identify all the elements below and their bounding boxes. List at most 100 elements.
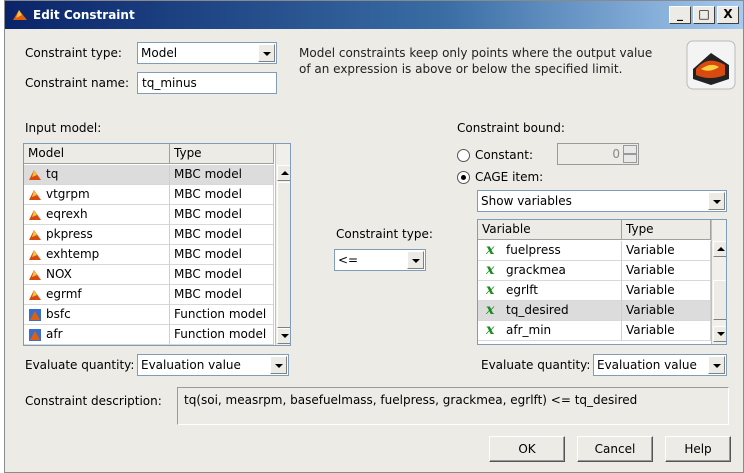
variable-name-cell: x afr_min	[478, 321, 622, 341]
scroll-down-button[interactable]	[713, 326, 726, 342]
constant-label: Constant:	[475, 148, 533, 162]
mbc-model-icon	[29, 290, 41, 300]
input-evaluate-quantity-value: Evaluation value	[141, 358, 241, 372]
surface-plot-icon	[686, 40, 736, 90]
constraint-description-text: tq(soi, measrpm, basefuelmass, fuelpress…	[184, 393, 638, 407]
variable-name-cell: x grackmea	[478, 261, 622, 281]
model-name: afr	[46, 327, 63, 341]
model-type-cell: MBC model	[170, 265, 274, 285]
chevron-down-icon[interactable]	[407, 251, 424, 269]
constraint-type-label: Constraint type:	[25, 46, 122, 60]
table-row[interactable]: bsfc Function model	[24, 305, 274, 325]
model-name-cell: pkpress	[24, 225, 170, 245]
constraint-name-field[interactable]: tq_minus	[137, 72, 277, 94]
constant-value: 0	[612, 147, 620, 161]
table-row[interactable]: x afr_min Variable	[478, 321, 711, 341]
model-type-cell: MBC model	[170, 185, 274, 205]
chevron-down-icon[interactable]	[270, 356, 287, 374]
chevron-down-icon[interactable]	[708, 356, 725, 374]
table-row[interactable]: x tq_desired Variable	[478, 301, 711, 321]
constraint-type-value: Model	[141, 46, 178, 60]
model-name-cell: exhtemp	[24, 245, 170, 265]
model-name-cell: vtgrpm	[24, 185, 170, 205]
table-row[interactable]: vtgrpm MBC model	[24, 185, 274, 205]
show-variables-dropdown[interactable]: Show variables	[477, 190, 727, 212]
model-name: exhtemp	[46, 247, 100, 261]
column-header-variable[interactable]: Variable	[478, 220, 622, 240]
table-row[interactable]: x grackmea Variable	[478, 261, 711, 281]
variable-name: afr_min	[506, 323, 552, 337]
model-type-cell: Function model	[170, 305, 274, 325]
close-button[interactable]: X	[717, 6, 739, 24]
edit-constraint-dialog: Edit Constraint _ □ X Constraint type: M…	[4, 0, 744, 473]
table-row[interactable]: afr Function model	[24, 325, 274, 345]
variable-type-cell: Variable	[622, 281, 711, 301]
cancel-button[interactable]: Cancel	[577, 436, 653, 462]
input-evaluate-quantity-label: Evaluate quantity:	[25, 358, 135, 372]
cage-variable-table[interactable]: Variable Type x fuelpress Variable x grackme…	[477, 219, 727, 345]
table-row[interactable]: x fuelpress Variable	[478, 241, 711, 261]
variable-name-cell: x egrlft	[478, 281, 622, 301]
chevron-down-icon[interactable]	[258, 44, 275, 62]
model-name-cell: bsfc	[24, 305, 170, 325]
model-type-cell: MBC model	[170, 225, 274, 245]
chevron-down-icon[interactable]	[708, 192, 725, 210]
variable-x-icon: x	[486, 262, 495, 278]
bound-evaluate-quantity-dropdown[interactable]: Evaluation value	[593, 354, 727, 376]
variable-x-icon: x	[486, 242, 495, 258]
table-row[interactable]: exhtemp MBC model	[24, 245, 274, 265]
variable-name: grackmea	[506, 263, 566, 277]
mbc-model-icon	[29, 210, 41, 220]
scroll-up-button[interactable]	[277, 165, 290, 181]
column-header-variable-type[interactable]: Type	[622, 220, 711, 240]
scroll-thumb[interactable]	[713, 280, 726, 320]
mbc-model-icon	[29, 170, 41, 180]
spin-down-button[interactable]	[623, 154, 637, 163]
scroll-down-button[interactable]	[277, 328, 290, 344]
model-name-cell: afr	[24, 325, 170, 345]
model-type-cell: MBC model	[170, 245, 274, 265]
spin-up-button[interactable]	[623, 145, 637, 154]
constraint-description-label: Constraint description:	[25, 394, 162, 408]
help-button[interactable]: Help	[665, 436, 731, 462]
column-header-type[interactable]: Type	[170, 144, 274, 164]
model-name: NOX	[46, 267, 72, 281]
cage-item-radio[interactable]	[457, 171, 470, 184]
operator-dropdown[interactable]: <=	[334, 249, 426, 271]
model-type-cell: MBC model	[170, 205, 274, 225]
model-name-cell: NOX	[24, 265, 170, 285]
mbc-model-icon	[29, 270, 41, 280]
table-row[interactable]: pkpress MBC model	[24, 225, 274, 245]
cage-variable-scrollbar[interactable]	[711, 220, 726, 344]
input-model-table[interactable]: Model Type tq MBC model vtgrpm MBC model eqr…	[23, 143, 291, 346]
scroll-thumb[interactable]	[277, 182, 290, 328]
constant-spinner[interactable]: 0	[557, 143, 639, 165]
input-model-label: Input model:	[25, 121, 102, 135]
table-row[interactable]: x egrlft Variable	[478, 281, 711, 301]
constant-radio[interactable]	[457, 149, 470, 162]
minimize-button[interactable]: _	[669, 6, 691, 24]
model-name-cell: eqrexh	[24, 205, 170, 225]
input-evaluate-quantity-dropdown[interactable]: Evaluation value	[137, 354, 289, 376]
model-name: pkpress	[46, 227, 93, 241]
variable-name-cell: x fuelpress	[478, 241, 622, 261]
column-header-model[interactable]: Model	[24, 144, 170, 164]
ok-button[interactable]: OK	[489, 436, 565, 462]
variable-name-cell: x tq_desired	[478, 301, 622, 321]
constraint-type-dropdown[interactable]: Model	[137, 42, 277, 64]
constraint-type-description: Model constraints keep only points where…	[299, 46, 653, 76]
show-variables-value: Show variables	[481, 194, 572, 208]
maximize-button[interactable]: □	[693, 6, 715, 24]
table-row[interactable]: tq MBC model	[24, 165, 274, 185]
model-name: bsfc	[46, 307, 71, 321]
model-type-cell: MBC model	[170, 165, 274, 185]
variable-name: egrlft	[506, 283, 538, 297]
table-row[interactable]: NOX MBC model	[24, 265, 274, 285]
title-bar[interactable]: Edit Constraint _ □ X	[5, 1, 743, 29]
window-title: Edit Constraint	[33, 8, 135, 22]
table-row[interactable]: egrmf MBC model	[24, 285, 274, 305]
variable-x-icon: x	[486, 322, 495, 338]
input-model-scrollbar[interactable]	[275, 144, 290, 345]
table-row[interactable]: eqrexh MBC model	[24, 205, 274, 225]
scroll-up-button[interactable]	[713, 241, 726, 257]
